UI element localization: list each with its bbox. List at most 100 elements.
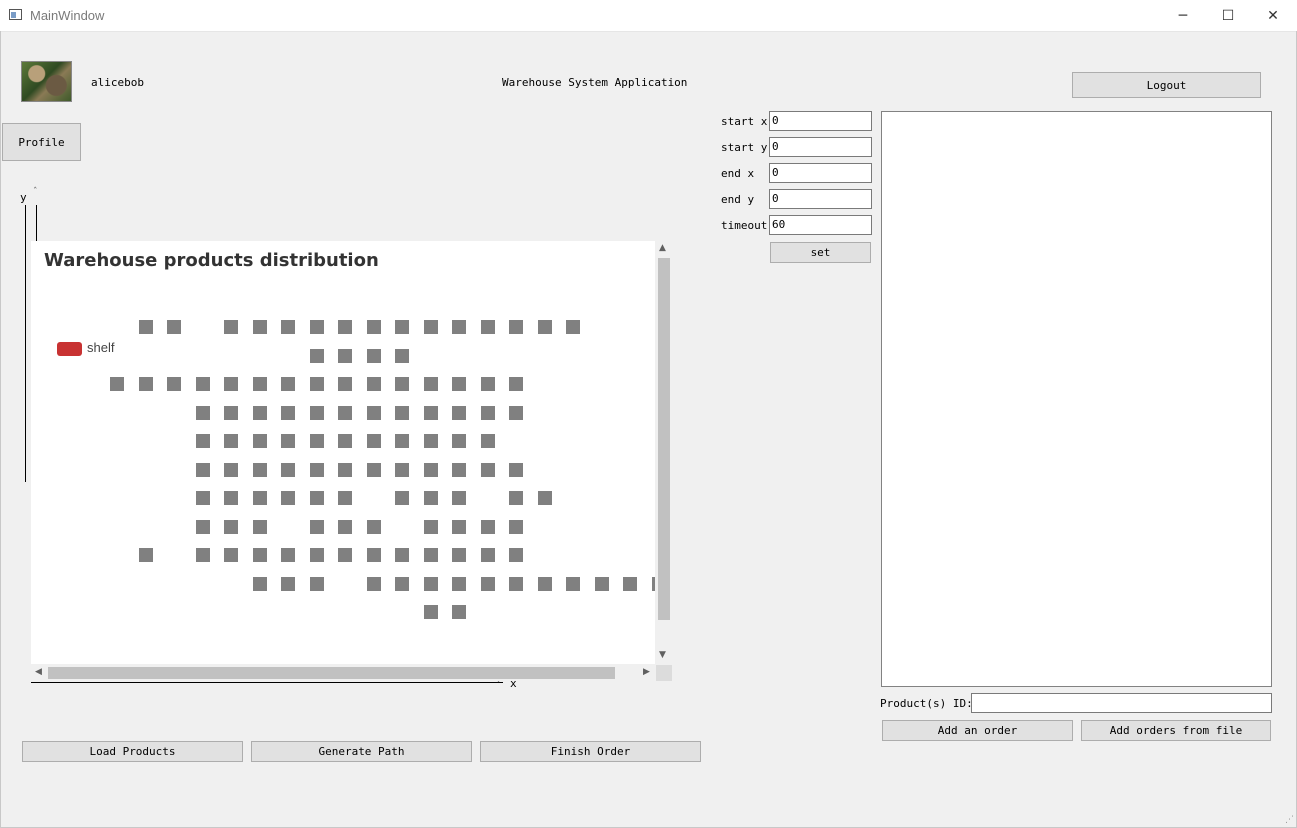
shelf-cell: [481, 520, 495, 534]
end-x-field[interactable]: 0: [769, 163, 872, 183]
shelf-cell: [395, 491, 409, 505]
shelf-cell: [424, 548, 438, 562]
shelf-cell: [395, 377, 409, 391]
shelf-cell: [253, 491, 267, 505]
shelf-cell: [224, 320, 238, 334]
shelf-cell: [509, 577, 523, 591]
shelf-cell: [424, 605, 438, 619]
shelf-cell: [253, 463, 267, 477]
shelf-cell: [110, 377, 124, 391]
shelf-cell: [338, 320, 352, 334]
shelf-cell: [338, 491, 352, 505]
shelf-cell: [338, 548, 352, 562]
shelf-cell: [310, 548, 324, 562]
shelf-cell: [481, 320, 495, 334]
shelf-cell: [481, 406, 495, 420]
vertical-scroll-thumb[interactable]: [658, 258, 670, 620]
shelf-cell: [196, 434, 210, 448]
shelf-cell: [481, 377, 495, 391]
shelf-cell: [367, 349, 381, 363]
set-label: set: [810, 246, 831, 259]
shelf-cell: [424, 377, 438, 391]
shelf-cell: [367, 577, 381, 591]
shelf-cell: [281, 463, 295, 477]
shelf-cell: [253, 377, 267, 391]
chart-title: Warehouse products distribution: [44, 250, 379, 271]
product-ids-input[interactable]: [971, 693, 1272, 713]
shelf-cell: [310, 320, 324, 334]
generate-path-button[interactable]: Generate Path: [251, 741, 472, 762]
shelf-cell: [367, 434, 381, 448]
shelf-cell: [481, 463, 495, 477]
shelf-cell: [367, 377, 381, 391]
resize-grip-icon[interactable]: ⋰: [1285, 815, 1294, 825]
shelf-cell: [452, 463, 466, 477]
scroll-up-icon[interactable]: ▲: [659, 243, 666, 253]
maximize-icon: ☐: [1221, 7, 1235, 24]
shelf-cell: [424, 491, 438, 505]
shelf-cell: [538, 491, 552, 505]
scroll-left-icon[interactable]: ◀: [35, 667, 42, 677]
minimize-button[interactable]: ─: [1160, 0, 1206, 31]
shelf-cell: [452, 320, 466, 334]
set-button[interactable]: set: [770, 242, 871, 263]
shelf-cell: [253, 520, 267, 534]
maximize-button[interactable]: ☐: [1205, 0, 1251, 31]
shelf-cell: [424, 577, 438, 591]
start-x-field[interactable]: 0: [769, 111, 872, 131]
logout-button[interactable]: Logout: [1072, 72, 1261, 98]
shelf-cell: [338, 463, 352, 477]
end-y-field[interactable]: 0: [769, 189, 872, 209]
profile-button[interactable]: Profile: [2, 123, 81, 161]
timeout-field[interactable]: 60: [769, 215, 872, 235]
shelf-cell: [367, 320, 381, 334]
add-order-label: Add an order: [937, 724, 1018, 737]
load-products-button[interactable]: Load Products: [22, 741, 243, 762]
shelf-cell: [424, 463, 438, 477]
shelf-cell: [224, 463, 238, 477]
minimize-icon: ─: [1178, 7, 1188, 24]
start-x-label: start x: [721, 115, 768, 128]
shelf-cell: [224, 377, 238, 391]
finish-order-button[interactable]: Finish Order: [480, 741, 701, 762]
shelf-cell: [281, 548, 295, 562]
shelf-cell: [196, 548, 210, 562]
shelf-cell: [196, 491, 210, 505]
shelf-cell: [424, 520, 438, 534]
shelf-cell: [224, 491, 238, 505]
shelf-cell: [253, 434, 267, 448]
shelf-cell: [253, 320, 267, 334]
orders-list[interactable]: [881, 111, 1272, 687]
add-order-button[interactable]: Add an order: [882, 720, 1073, 741]
shelf-cell: [424, 406, 438, 420]
scroll-corner: [656, 665, 672, 681]
add-orders-from-file-button[interactable]: Add orders from file: [1081, 720, 1271, 741]
start-y-label: start y: [721, 141, 768, 154]
shelf-cell: [196, 463, 210, 477]
shelf-cell: [338, 520, 352, 534]
shelf-cell: [139, 548, 153, 562]
profile-label: Profile: [18, 135, 65, 149]
y-axis-label: y: [20, 191, 27, 204]
shelf-cell: [452, 406, 466, 420]
shelf-cell: [253, 406, 267, 420]
x-axis-line: [31, 682, 503, 683]
shelf-cell: [395, 406, 409, 420]
shelf-cell: [167, 377, 181, 391]
shelf-cell: [481, 548, 495, 562]
close-button[interactable]: ✕: [1250, 0, 1296, 31]
warehouse-chart[interactable]: Warehouse products distribution shelf: [31, 241, 655, 664]
end-y-label: end y: [721, 193, 755, 206]
shelf-cell: [509, 463, 523, 477]
shelf-cell: [395, 434, 409, 448]
horizontal-scroll-thumb[interactable]: [48, 667, 615, 679]
shelf-cell: [310, 491, 324, 505]
shelf-cell: [509, 548, 523, 562]
shelf-cell: [253, 577, 267, 591]
shelf-cell: [481, 577, 495, 591]
shelf-cell: [395, 577, 409, 591]
scroll-down-icon[interactable]: ▼: [659, 650, 666, 660]
scroll-right-icon[interactable]: ▶: [643, 667, 650, 677]
shelf-cell: [281, 491, 295, 505]
start-y-field[interactable]: 0: [769, 137, 872, 157]
